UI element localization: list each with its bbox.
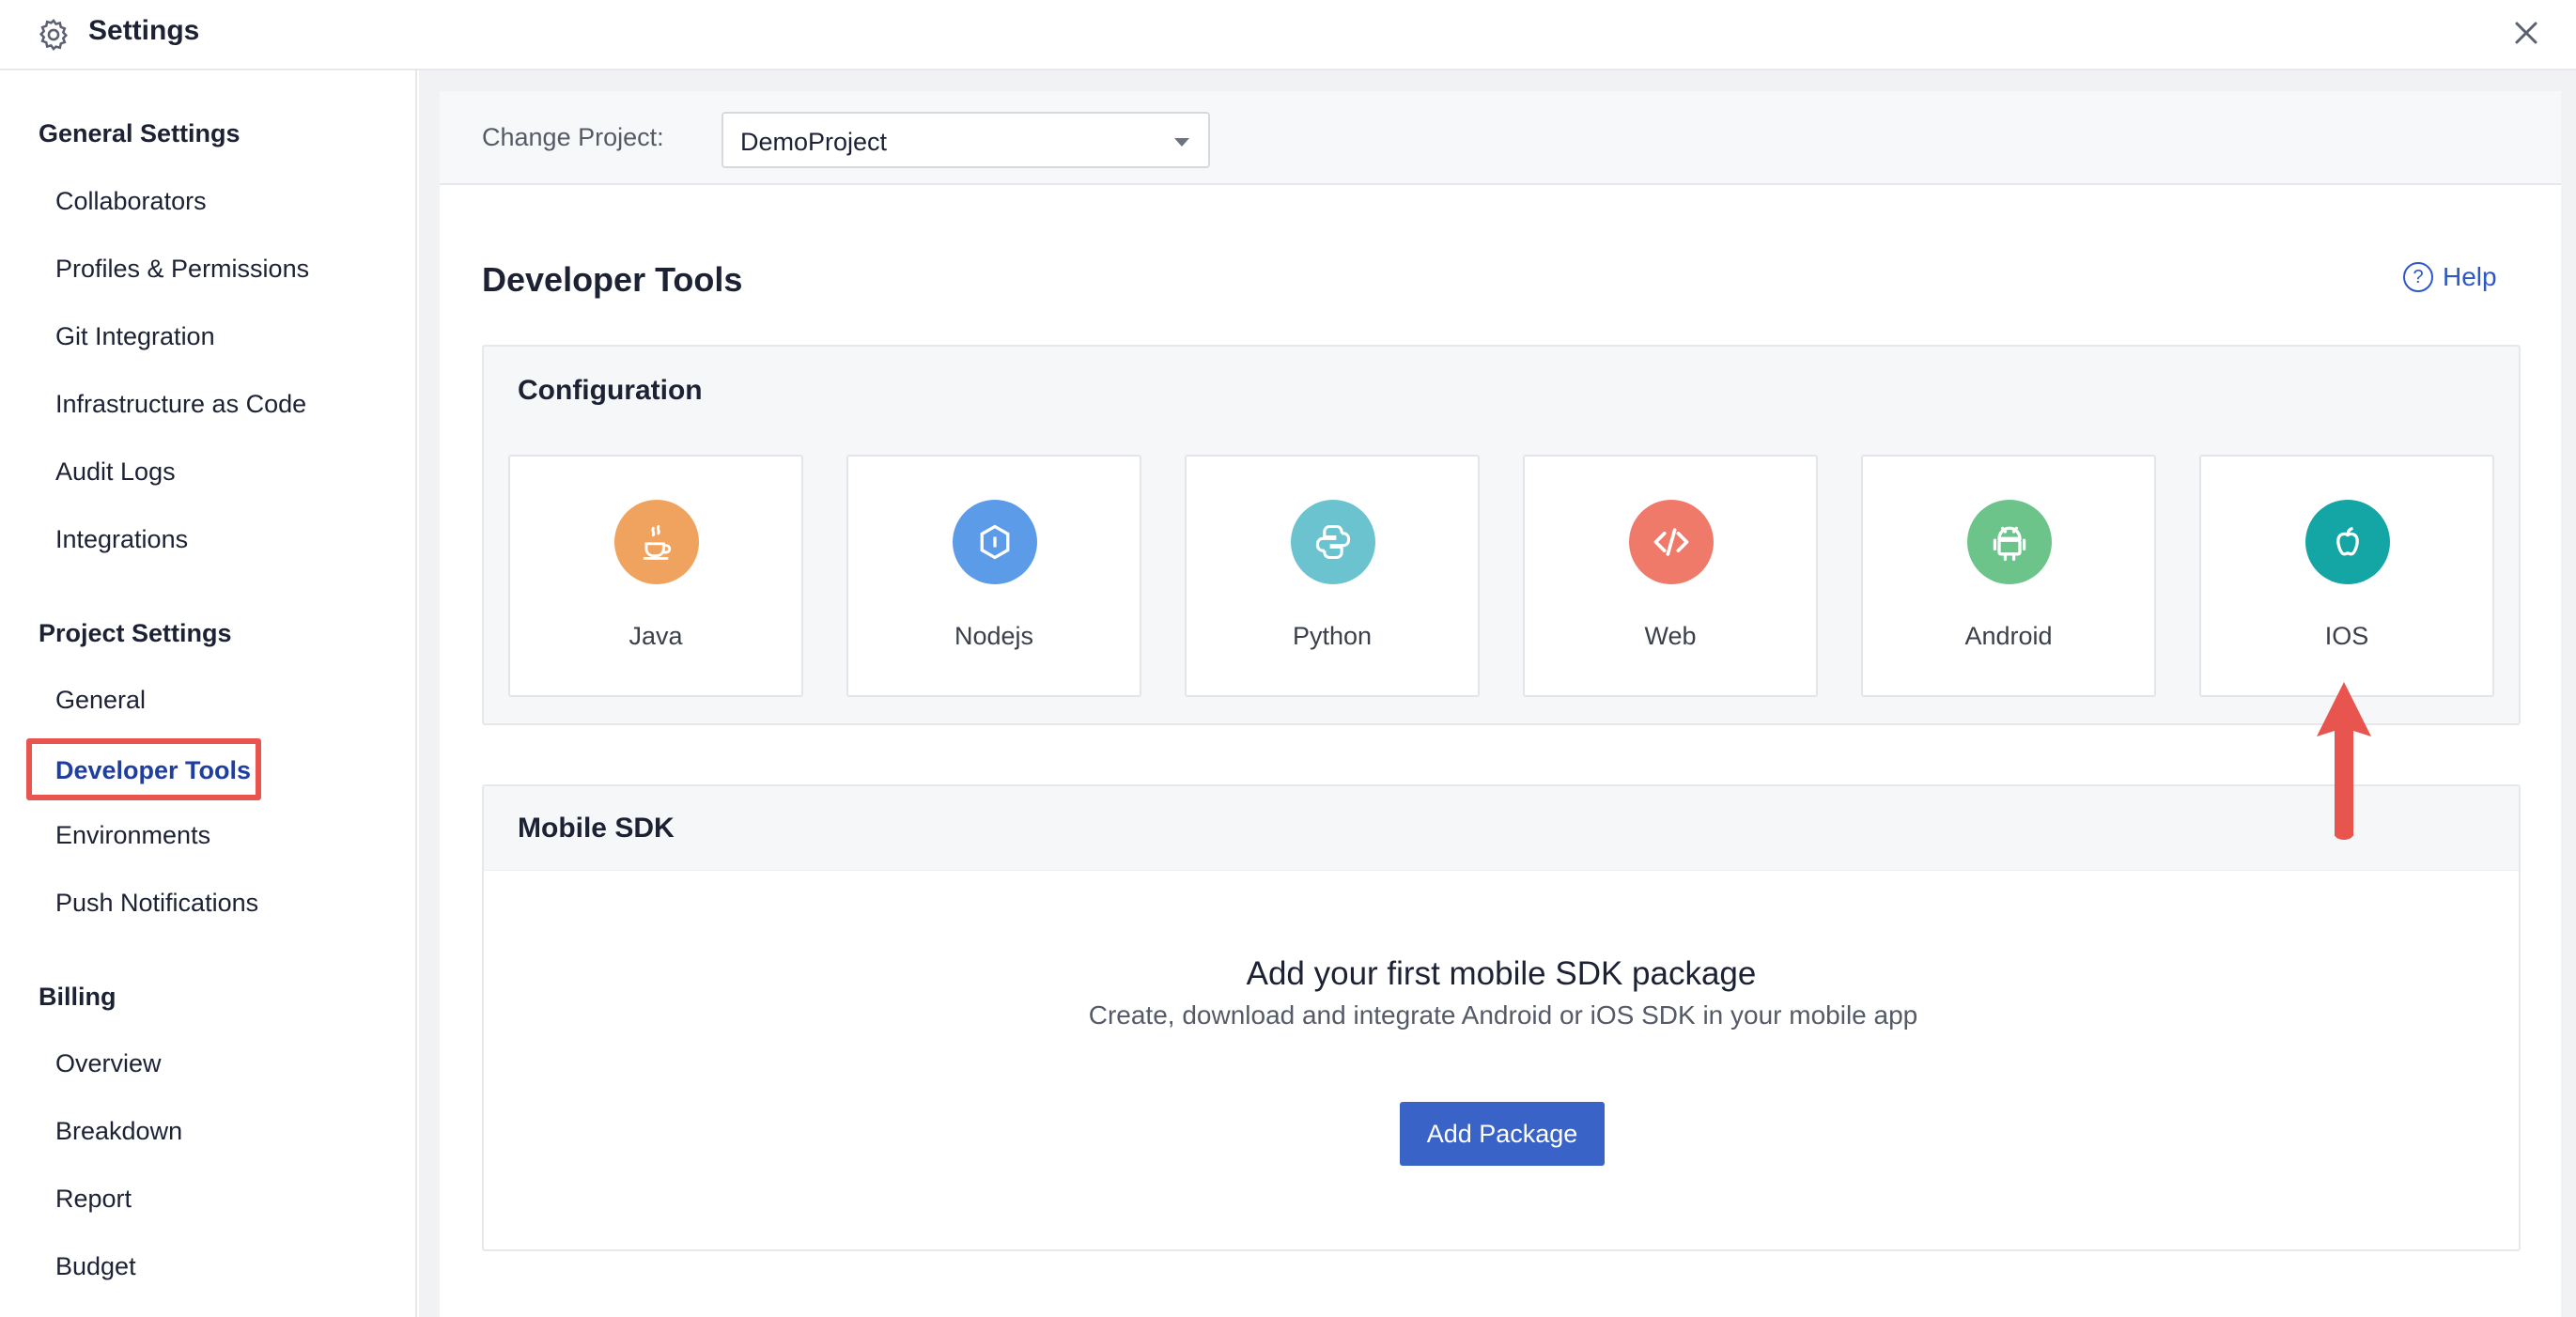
help-circle-icon: ? bbox=[2403, 262, 2433, 292]
sidebar-item-audit-logs[interactable]: Audit Logs bbox=[55, 457, 176, 487]
tile-label: Android bbox=[1964, 622, 2053, 650]
tile-label: Web bbox=[1644, 622, 1697, 650]
sidebar-item-collaborators[interactable]: Collaborators bbox=[55, 187, 207, 216]
sidebar-item-breakdown[interactable]: Breakdown bbox=[55, 1117, 182, 1146]
mobile-sdk-section: Mobile SDK Add your first mobile SDK pac… bbox=[482, 784, 2521, 1251]
add-package-button[interactable]: Add Package bbox=[1400, 1102, 1605, 1166]
sidebar-item-budget[interactable]: Budget bbox=[55, 1252, 136, 1281]
nodejs-hexagon-icon bbox=[953, 500, 1037, 584]
change-project-bar: Change Project: DemoProject bbox=[440, 91, 2561, 185]
configuration-title: Configuration bbox=[518, 375, 703, 406]
help-label: Help bbox=[2443, 262, 2497, 291]
change-project-label: Change Project: bbox=[482, 123, 664, 151]
sidebar-item-integrations[interactable]: Integrations bbox=[55, 525, 188, 554]
close-icon[interactable] bbox=[2512, 19, 2540, 47]
settings-sidebar: General Settings Collaborators Profiles … bbox=[0, 70, 417, 1317]
tile-nodejs[interactable]: Nodejs bbox=[846, 455, 1141, 697]
code-brackets-icon bbox=[1629, 500, 1714, 584]
tile-java[interactable]: Java bbox=[508, 455, 803, 697]
tile-web[interactable]: Web bbox=[1523, 455, 1818, 697]
sidebar-item-infrastructure-as-code[interactable]: Infrastructure as Code bbox=[55, 390, 306, 419]
sidebar-item-report[interactable]: Report bbox=[55, 1185, 132, 1214]
group-billing: Billing bbox=[39, 983, 116, 1011]
empty-state-description: Create, download and integrate Android o… bbox=[1088, 1000, 1918, 1030]
sidebar-item-git-integration[interactable]: Git Integration bbox=[55, 322, 215, 351]
top-bar: Settings bbox=[0, 0, 2576, 70]
sidebar-item-push-notifications[interactable]: Push Notifications bbox=[55, 889, 258, 918]
sidebar-item-environments[interactable]: Environments bbox=[55, 821, 210, 850]
help-link[interactable]: ? Help bbox=[2403, 258, 2497, 296]
group-general-settings: General Settings bbox=[39, 119, 241, 147]
main-area: Change Project: DemoProject Developer To… bbox=[419, 70, 2576, 1317]
sidebar-item-general[interactable]: General bbox=[55, 686, 146, 715]
mobile-sdk-header: Mobile SDK bbox=[484, 786, 2519, 871]
sidebar-item-label: Developer Tools bbox=[55, 756, 252, 784]
tile-android[interactable]: Android bbox=[1861, 455, 2156, 697]
project-select[interactable]: DemoProject bbox=[722, 112, 1210, 168]
apple-icon bbox=[2305, 500, 2390, 584]
sidebar-item-overview[interactable]: Overview bbox=[55, 1049, 162, 1078]
sidebar-item-profiles-permissions[interactable]: Profiles & Permissions bbox=[55, 255, 309, 284]
configuration-section: Configuration Java Nodejs Python Web And… bbox=[482, 345, 2521, 725]
java-cup-icon bbox=[614, 500, 699, 584]
project-select-value: DemoProject bbox=[740, 128, 888, 156]
settings-title: Settings bbox=[88, 15, 200, 46]
content-panel: Change Project: DemoProject Developer To… bbox=[440, 91, 2561, 1317]
empty-state-title: Add your first mobile SDK package bbox=[1246, 955, 1757, 992]
group-project-settings: Project Settings bbox=[39, 619, 232, 647]
gear-icon bbox=[39, 19, 69, 51]
tile-ios[interactable]: IOS bbox=[2199, 455, 2494, 697]
annotation-arrow-icon bbox=[2317, 682, 2371, 840]
sidebar-item-developer-tools[interactable]: Developer Tools bbox=[26, 738, 261, 800]
python-icon bbox=[1291, 500, 1375, 584]
mobile-sdk-title: Mobile SDK bbox=[518, 813, 675, 844]
android-icon bbox=[1967, 500, 2052, 584]
tile-label: IOS bbox=[2324, 622, 2369, 650]
tile-label: Java bbox=[628, 622, 683, 650]
caret-down-icon bbox=[1174, 138, 1189, 147]
page-title: Developer Tools bbox=[482, 260, 743, 299]
tile-python[interactable]: Python bbox=[1185, 455, 1480, 697]
tile-label: Python bbox=[1292, 622, 1373, 650]
tile-label: Nodejs bbox=[954, 622, 1034, 650]
